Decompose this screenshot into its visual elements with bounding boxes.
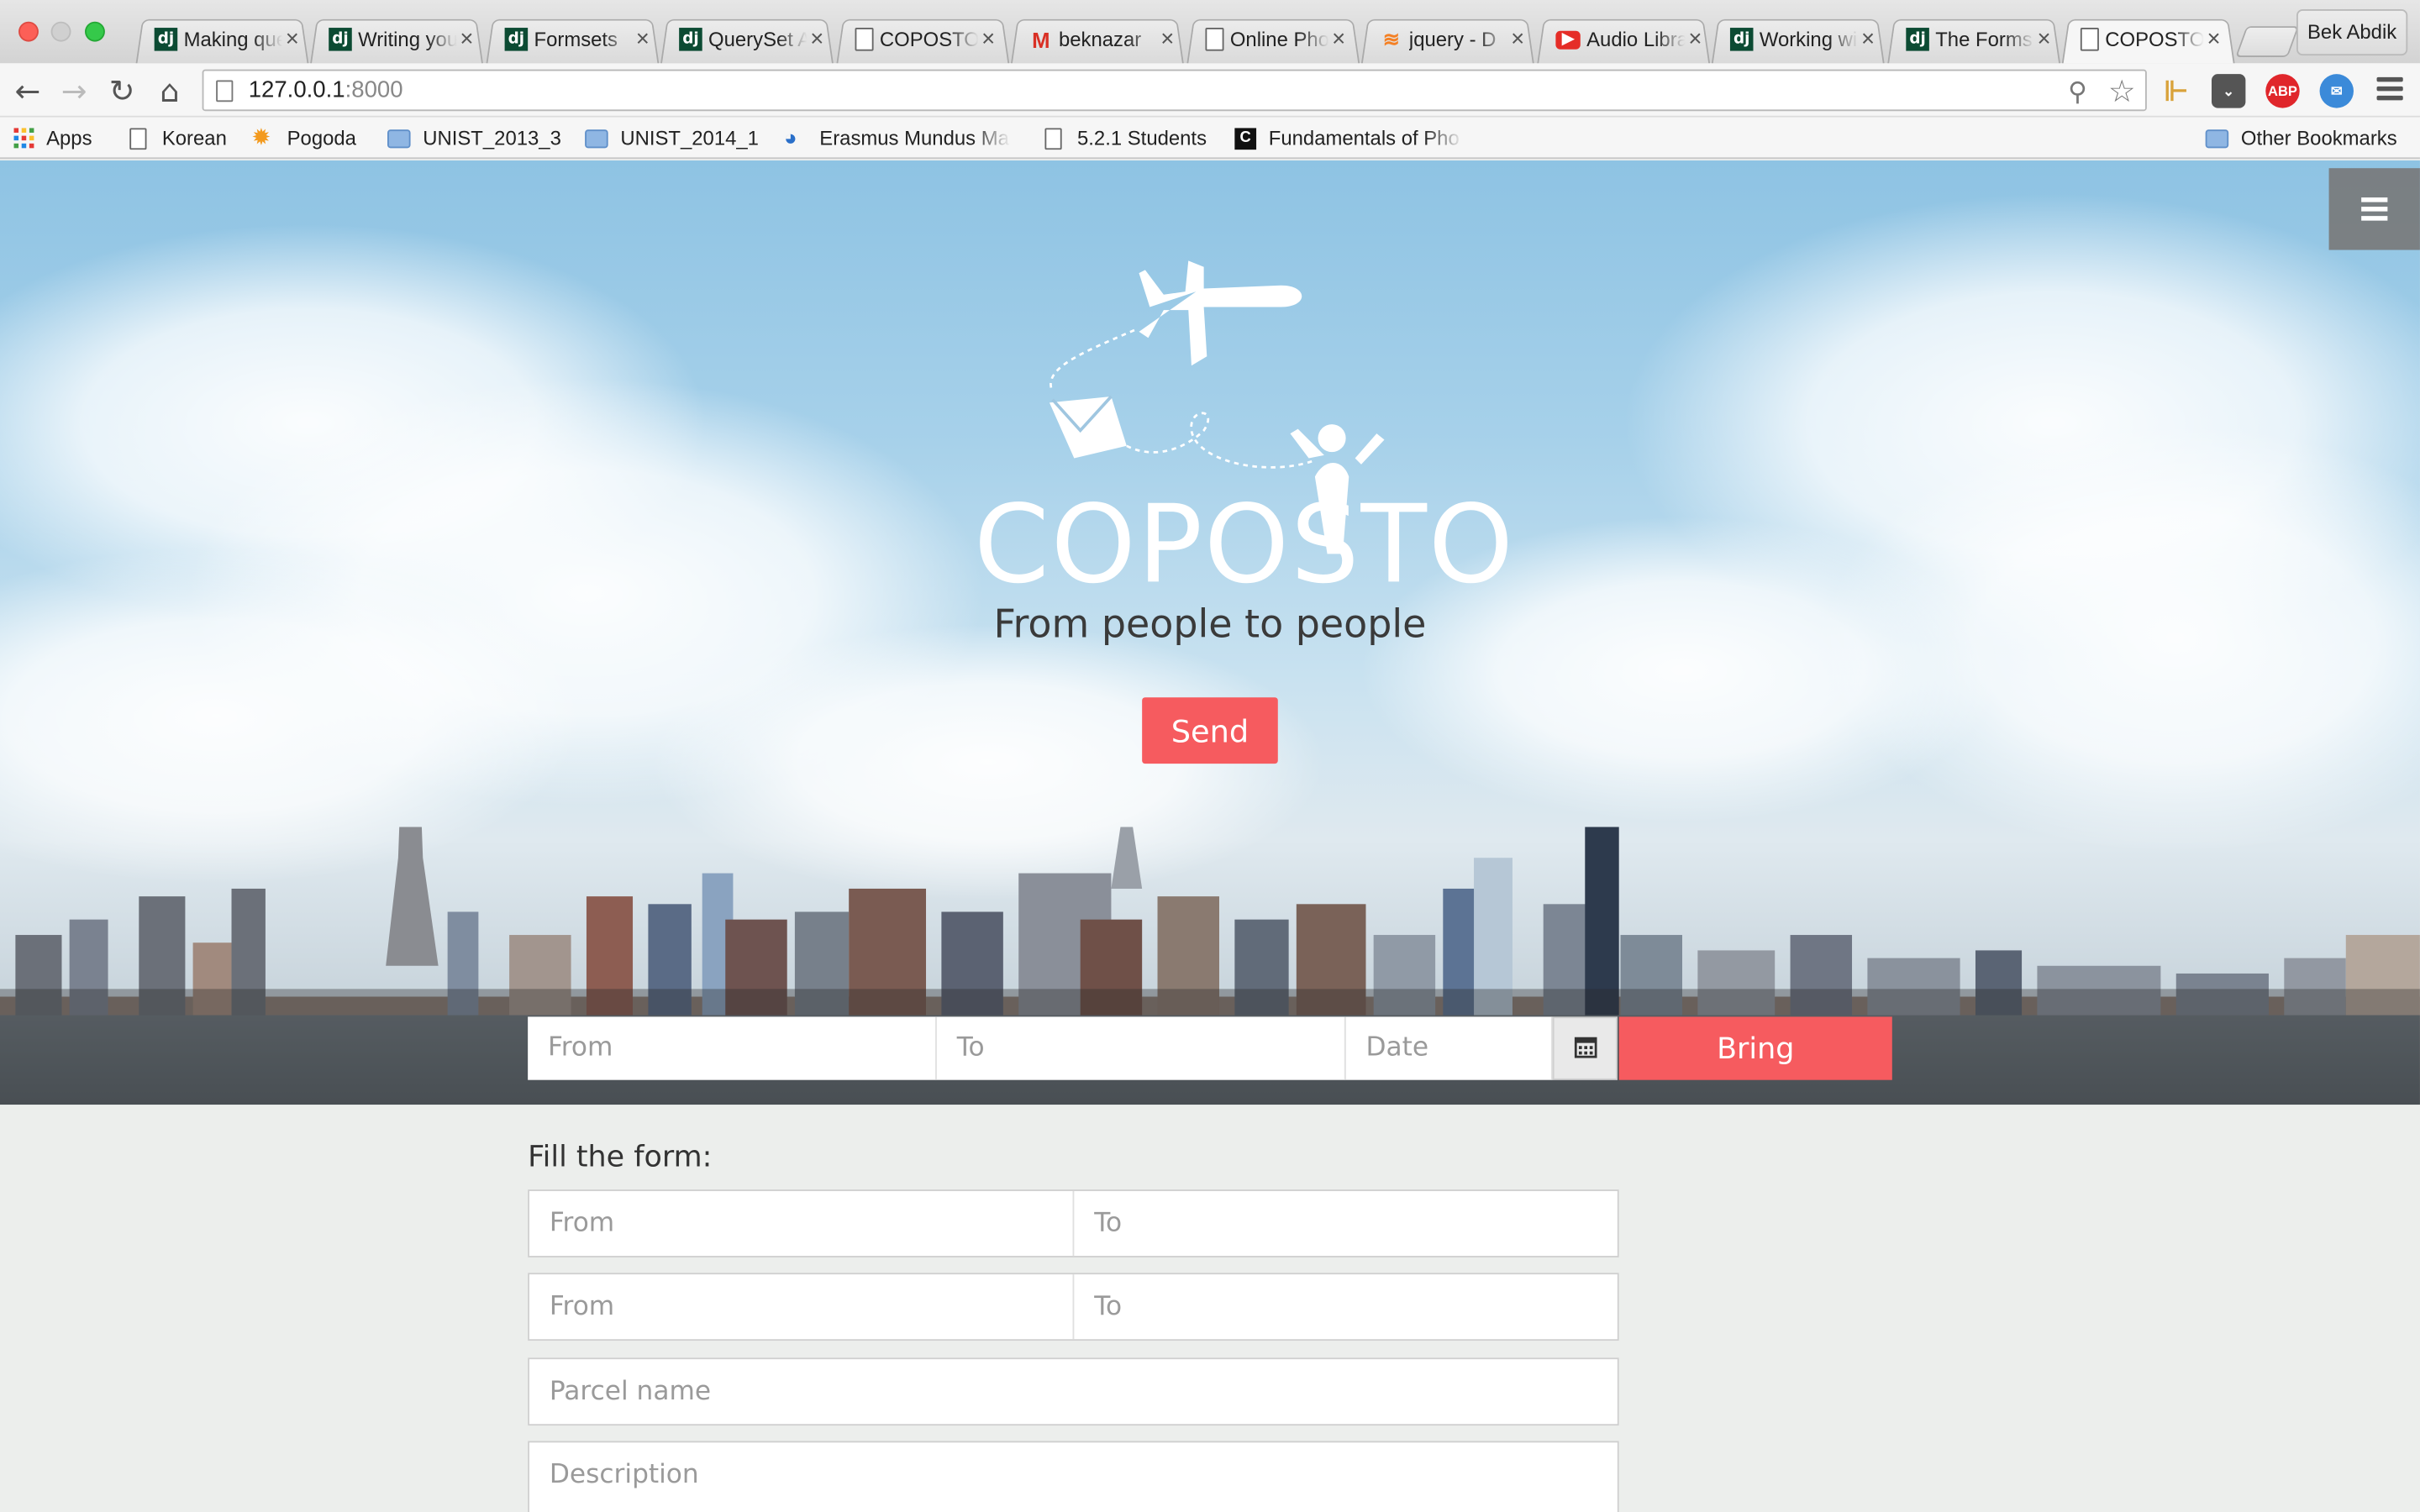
route-row: From To — [528, 1189, 1619, 1257]
page-icon — [129, 127, 147, 150]
profile-button[interactable]: Bek Abdik — [2296, 9, 2408, 56]
reload-icon[interactable]: ↻ — [103, 72, 140, 109]
send-button[interactable]: Send — [1142, 697, 1278, 764]
to-field[interactable]: To — [1072, 1190, 1618, 1257]
calendar-button[interactable] — [1552, 1016, 1618, 1080]
bookmarks-bar: Apps Korean ✹ Pogoda UNIST_2013_3 UNIST_2… — [0, 117, 2420, 160]
browser-tab[interactable]: Online Photo× — [1186, 15, 1360, 64]
tagline: From people to people — [993, 601, 1427, 647]
tab-strip: djMaking queries× djWriting your× djForm… — [0, 0, 2420, 64]
browser-tab[interactable]: ▶Audio Library× — [1537, 15, 1711, 64]
to-field[interactable]: To — [1072, 1274, 1618, 1340]
browser-tab-active[interactable]: COPOSTO × — [2061, 15, 2235, 64]
extension-tool-icon[interactable]: ⊩ — [2160, 74, 2193, 108]
sun-icon: ✹ — [251, 124, 271, 151]
django-icon: dj — [1906, 28, 1929, 51]
lightbulb-icon[interactable]: ⚲ — [2068, 77, 2087, 108]
parcel-name-placeholder: Parcel name — [549, 1376, 712, 1408]
bring-button[interactable]: Bring — [1618, 1016, 1892, 1080]
page-icon — [855, 28, 874, 51]
close-tab-icon[interactable]: × — [810, 26, 823, 52]
route-row: From To — [528, 1273, 1619, 1341]
django-icon: dj — [504, 28, 529, 51]
other-bookmarks[interactable]: Other Bookmarks — [2205, 123, 2397, 153]
zoom-window-button[interactable] — [85, 21, 105, 42]
page-icon — [1044, 127, 1062, 150]
close-tab-icon[interactable]: × — [460, 26, 473, 52]
folder-icon — [387, 129, 411, 148]
adblock-icon[interactable]: ABP — [2265, 74, 2300, 108]
close-tab-icon[interactable]: × — [1332, 26, 1345, 52]
browser-tab[interactable]: dj Formsets × — [486, 15, 660, 64]
close-tab-icon[interactable]: × — [286, 26, 299, 52]
close-tab-icon[interactable]: × — [2037, 26, 2050, 52]
django-icon: dj — [154, 28, 178, 51]
menu-toggle-button[interactable] — [2328, 168, 2420, 250]
django-icon: dj — [329, 28, 352, 51]
browser-tab[interactable]: Mbeknazar × — [1011, 15, 1184, 64]
browser-tab[interactable]: dj The Forms × — [1887, 15, 2060, 64]
hero-section: COPOSTO From people to people Send From … — [0, 160, 2420, 1105]
chrome-menu-icon[interactable] — [2376, 76, 2403, 101]
url-text: 127.0.0.1:8000 — [248, 76, 403, 104]
pocket-icon[interactable]: ⌄ — [2211, 74, 2246, 108]
close-tab-icon[interactable]: × — [981, 26, 995, 52]
browser-toolbar: ← → ↻ ⌂ 127.0.0.1:8000 ⚲ ☆ ⊩ ⌄ ABP ✉ — [0, 63, 2420, 118]
close-tab-icon[interactable]: × — [2207, 26, 2220, 52]
page-icon — [2080, 28, 2099, 51]
bookmark-unist-2014-1[interactable]: UNIST_2014_1 — [585, 123, 759, 153]
django-icon: dj — [679, 28, 702, 51]
folder-icon — [2205, 129, 2229, 148]
chat-extension-icon[interactable]: ✉ — [2319, 74, 2354, 108]
parcel-name-field[interactable]: Parcel name — [528, 1357, 1619, 1426]
bookmark-students[interactable]: 5.2.1 Students — [1044, 123, 1207, 153]
search-to-input[interactable]: To — [936, 1016, 1346, 1080]
browser-window: djMaking queries× djWriting your× djForm… — [0, 0, 2420, 1512]
bookmark-pogoda[interactable]: ✹ Pogoda — [251, 123, 356, 153]
apps-grid-icon — [13, 128, 34, 149]
description-placeholder: Description — [549, 1459, 699, 1491]
search-date-input[interactable]: Date — [1345, 1016, 1553, 1080]
close-window-button[interactable] — [18, 21, 39, 42]
from-field[interactable]: From — [529, 1274, 1073, 1339]
django-icon: dj — [1729, 28, 1754, 51]
home-icon[interactable]: ⌂ — [151, 72, 188, 109]
bookmark-unist-2013-3[interactable]: UNIST_2013_3 — [387, 123, 561, 153]
close-tab-icon[interactable]: × — [1511, 26, 1524, 52]
brand-wordmark: COPOSTO — [973, 481, 1515, 608]
browser-tab[interactable]: dj Writing your × — [310, 15, 483, 64]
browser-tab[interactable]: djMaking queries× — [135, 15, 309, 64]
stackoverflow-icon: ≋ — [1382, 27, 1400, 50]
c-icon: C — [1234, 127, 1257, 150]
form-title: Fill the form: — [528, 1140, 713, 1174]
search-from-input[interactable]: From — [528, 1016, 937, 1080]
close-tab-icon[interactable]: × — [636, 26, 650, 52]
browser-tab[interactable]: djQuerySet API× — [660, 15, 834, 64]
browser-tab[interactable]: djWorking with× — [1711, 15, 1885, 64]
from-field[interactable]: From — [529, 1191, 1073, 1256]
bookmark-korean[interactable]: Korean — [129, 123, 227, 153]
calendar-icon — [1574, 1037, 1597, 1058]
youtube-icon: ▶ — [1555, 29, 1581, 49]
minimize-window-button[interactable] — [50, 21, 71, 42]
bookmark-apps[interactable]: Apps — [13, 123, 92, 153]
globe-icon: ◕ — [784, 124, 797, 150]
page-icon — [1205, 28, 1224, 51]
page-info-icon — [216, 80, 234, 102]
back-arrow-icon[interactable]: ← — [9, 72, 46, 109]
bookmark-star-icon[interactable]: ☆ — [2108, 72, 2136, 111]
gmail-icon: M — [1032, 27, 1050, 52]
address-bar[interactable]: 127.0.0.1:8000 ⚲ ☆ — [202, 69, 2147, 112]
close-tab-icon[interactable]: × — [1861, 26, 1875, 52]
browser-tab[interactable]: COPOSTO × — [836, 15, 1010, 64]
forward-arrow-icon[interactable]: → — [55, 72, 92, 109]
folder-icon — [585, 129, 608, 148]
description-field[interactable]: Description — [528, 1441, 1619, 1512]
close-tab-icon[interactable]: × — [1160, 26, 1174, 52]
browser-tab[interactable]: ≋ jquery - D × — [1360, 15, 1534, 64]
new-tab-button[interactable] — [2235, 26, 2300, 57]
bookmark-erasmus[interactable]: ◕ Erasmus Mundus Ma — [784, 123, 1011, 153]
close-tab-icon[interactable]: × — [1688, 26, 1702, 52]
bookmark-fundamentals[interactable]: C Fundamentals of Pho — [1234, 123, 1463, 153]
